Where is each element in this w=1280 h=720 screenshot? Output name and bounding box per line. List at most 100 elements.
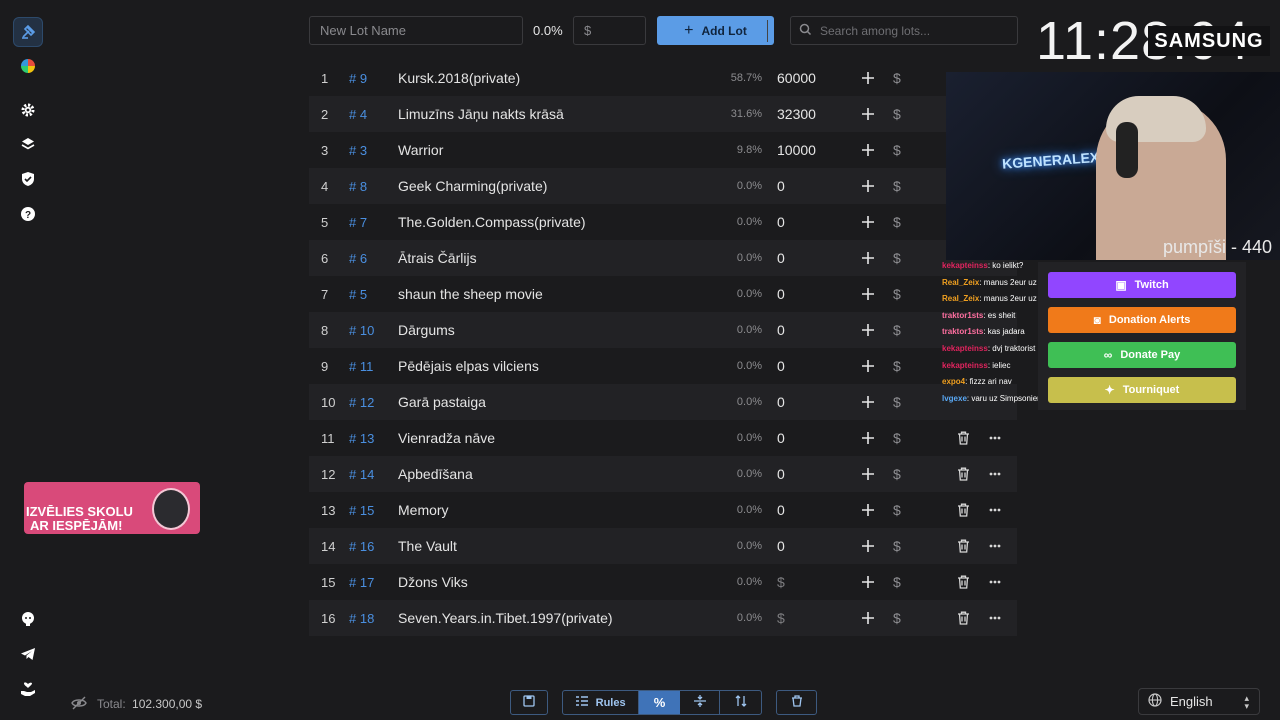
add-money-dollar-button[interactable]: $ [893, 276, 901, 312]
lot-amount-input[interactable]: 0 [777, 420, 785, 456]
sort-button[interactable] [720, 691, 761, 714]
lot-id-link[interactable]: # 7 [349, 204, 367, 240]
lot-name[interactable]: Pēdējais elpas vilciens [398, 348, 539, 384]
lot-amount-input[interactable]: 10000 [777, 132, 816, 168]
lot-amount-input[interactable]: 0 [777, 240, 785, 276]
lot-amount-input[interactable]: 0 [777, 348, 785, 384]
add-amount-plus-icon[interactable] [861, 456, 875, 492]
shield-check-icon[interactable] [13, 164, 43, 194]
lot-name[interactable]: Garā pastaiga [398, 384, 486, 420]
add-amount-plus-icon[interactable] [861, 420, 875, 456]
delete-lot-trash-icon[interactable] [957, 564, 970, 600]
lot-name[interactable]: Dārgums [398, 312, 455, 348]
lot-id-link[interactable]: # 14 [349, 456, 374, 492]
lot-amount-input[interactable]: $ [777, 564, 785, 600]
add-money-dollar-button[interactable]: $ [893, 60, 901, 96]
lot-amount-input[interactable]: 32300 [777, 96, 816, 132]
lot-name[interactable]: shaun the sheep movie [398, 276, 543, 312]
promo-banner[interactable]: IZVĒLIES SKOLU AR IESPĒJĀM! [24, 482, 200, 534]
more-options-icon[interactable] [989, 456, 1001, 492]
donate-button-0[interactable]: ▣ Twitch [1048, 272, 1236, 298]
github-icon[interactable] [13, 604, 43, 634]
lot-name[interactable]: Warrior [398, 132, 443, 168]
lot-name[interactable]: Džons Viks [398, 564, 468, 600]
more-options-icon[interactable] [989, 528, 1001, 564]
lot-id-link[interactable]: # 9 [349, 60, 367, 96]
lot-id-link[interactable]: # 17 [349, 564, 374, 600]
add-money-dollar-button[interactable]: $ [893, 240, 901, 276]
lot-name[interactable]: The.Golden.Compass(private) [398, 204, 586, 240]
add-money-dollar-button[interactable]: $ [893, 456, 901, 492]
lot-id-link[interactable]: # 15 [349, 492, 374, 528]
add-lot-button[interactable]: + Add Lot [657, 16, 774, 45]
more-options-icon[interactable] [989, 564, 1001, 600]
add-amount-plus-icon[interactable] [861, 564, 875, 600]
add-money-dollar-button[interactable]: $ [893, 96, 901, 132]
donate-hand-heart-icon[interactable] [13, 674, 43, 704]
rules-button[interactable]: Rules [563, 691, 640, 714]
delete-lot-trash-icon[interactable] [957, 528, 970, 564]
pie-chart-icon[interactable] [13, 51, 43, 81]
lot-amount-input[interactable]: $ [777, 600, 785, 636]
add-amount-plus-icon[interactable] [861, 276, 875, 312]
add-money-dollar-button[interactable]: $ [893, 168, 901, 204]
lot-id-link[interactable]: # 18 [349, 600, 374, 636]
lot-name[interactable]: Apbedīšana [398, 456, 473, 492]
lot-id-link[interactable]: # 3 [349, 132, 367, 168]
add-money-dollar-button[interactable]: $ [893, 528, 901, 564]
new-lot-amount-input[interactable]: $ [573, 16, 646, 45]
delete-lot-trash-icon[interactable] [957, 492, 970, 528]
delete-lot-trash-icon[interactable] [957, 600, 970, 636]
add-amount-plus-icon[interactable] [861, 384, 875, 420]
lot-id-link[interactable]: # 11 [349, 348, 373, 384]
donate-button-2[interactable]: ∞ Donate Pay [1048, 342, 1236, 368]
add-amount-plus-icon[interactable] [861, 600, 875, 636]
lot-id-link[interactable]: # 10 [349, 312, 374, 348]
lot-amount-input[interactable]: 0 [777, 456, 785, 492]
add-money-dollar-button[interactable]: $ [893, 132, 901, 168]
lot-name[interactable]: Ātrais Čārlijs [398, 240, 477, 276]
search-input[interactable]: Search among lots... [790, 16, 1018, 45]
save-button[interactable] [510, 690, 548, 715]
delete-lot-trash-icon[interactable] [957, 456, 970, 492]
gear-icon[interactable] [13, 95, 43, 125]
delete-lot-trash-icon[interactable] [957, 420, 970, 456]
add-money-dollar-button[interactable]: $ [893, 492, 901, 528]
lot-id-link[interactable]: # 12 [349, 384, 374, 420]
add-money-dollar-button[interactable]: $ [893, 420, 901, 456]
new-lot-name-input[interactable]: New Lot Name [309, 16, 523, 45]
lot-name[interactable]: Vienradža nāve [398, 420, 495, 456]
lot-amount-input[interactable]: 0 [777, 168, 785, 204]
add-money-dollar-button[interactable]: $ [893, 600, 901, 636]
add-money-dollar-button[interactable]: $ [893, 564, 901, 600]
auction-hammer-icon[interactable] [13, 17, 43, 47]
add-money-dollar-button[interactable]: $ [893, 312, 901, 348]
add-amount-plus-icon[interactable] [861, 132, 875, 168]
lot-id-link[interactable]: # 5 [349, 276, 367, 312]
add-amount-plus-icon[interactable] [861, 492, 875, 528]
lot-id-link[interactable]: # 13 [349, 420, 374, 456]
add-amount-plus-icon[interactable] [861, 60, 875, 96]
more-options-icon[interactable] [989, 492, 1001, 528]
lot-amount-input[interactable]: 0 [777, 492, 785, 528]
add-amount-plus-icon[interactable] [861, 240, 875, 276]
donate-button-3[interactable]: ✦ Tourniquet [1048, 377, 1236, 403]
add-amount-plus-icon[interactable] [861, 96, 875, 132]
more-options-icon[interactable] [989, 420, 1001, 456]
lot-name[interactable]: Memory [398, 492, 449, 528]
lot-amount-input[interactable]: 0 [777, 204, 785, 240]
lot-amount-input[interactable]: 0 [777, 312, 785, 348]
lot-id-link[interactable]: # 8 [349, 168, 367, 204]
add-money-dollar-button[interactable]: $ [893, 204, 901, 240]
clear-lots-button[interactable] [776, 690, 817, 715]
percent-toggle-button[interactable]: % [639, 691, 680, 714]
language-select[interactable]: English ▴ ▾ [1138, 688, 1260, 715]
layers-icon[interactable] [13, 129, 43, 159]
add-amount-plus-icon[interactable] [861, 348, 875, 384]
lot-name[interactable]: The Vault [398, 528, 457, 564]
add-amount-plus-icon[interactable] [861, 204, 875, 240]
help-icon[interactable]: ? [13, 199, 43, 229]
telegram-icon[interactable] [13, 639, 43, 669]
lot-amount-input[interactable]: 60000 [777, 60, 816, 96]
lot-amount-input[interactable]: 0 [777, 276, 785, 312]
